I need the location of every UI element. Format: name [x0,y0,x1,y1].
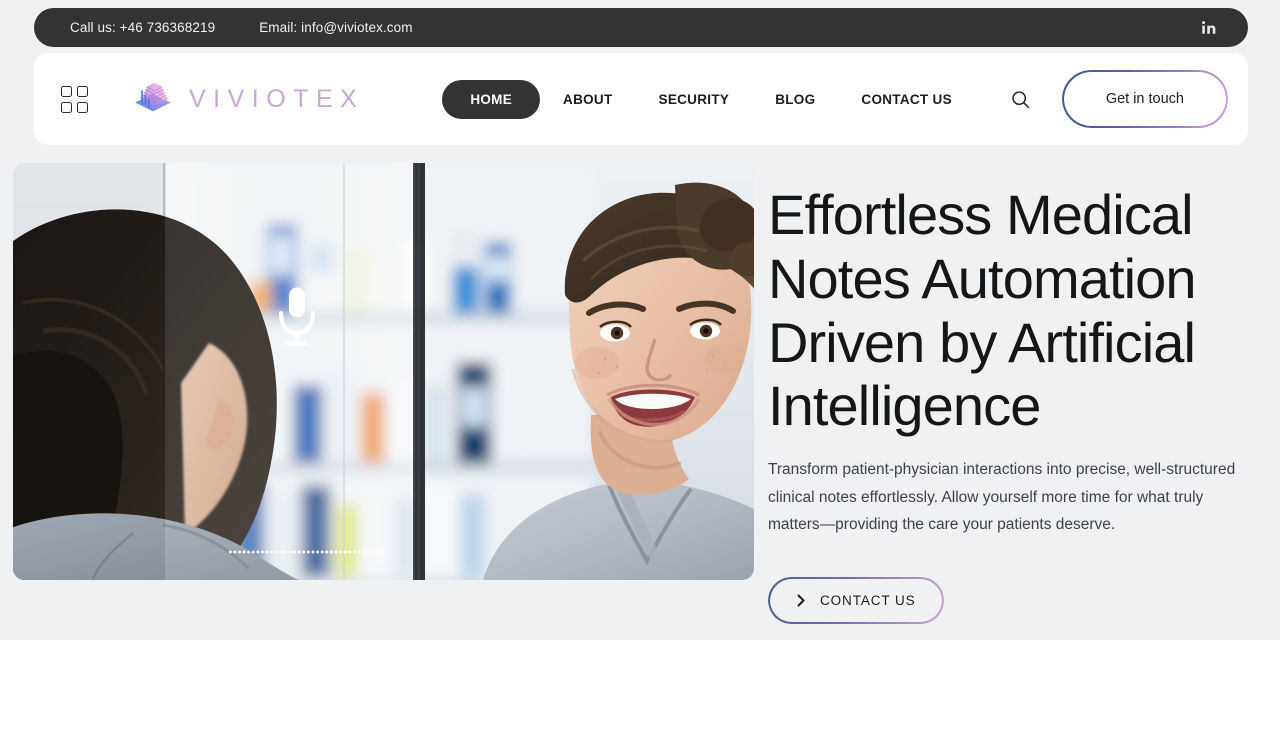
grid-cell [60,101,72,113]
brand-name: VIVIOTEX [189,84,365,113]
grid-menu-icon[interactable] [60,85,88,113]
hero-contact-us-button[interactable]: CONTACT US [768,577,944,625]
nav-item-security[interactable]: SECURITY [636,81,753,118]
linkedin-icon[interactable] [1198,18,1218,38]
site-header: VIVIOTEX HOME ABOUT SECURITY BLOG CONTAC… [34,53,1248,145]
grid-cell [76,85,88,97]
search-icon[interactable] [1006,84,1036,114]
hero-title: Effortless Medical Notes Automation Driv… [768,183,1197,438]
hero-photo [13,163,754,580]
nav-item-blog[interactable]: BLOG [752,81,838,118]
get-in-touch-button[interactable]: Get in touch [1061,70,1228,128]
hero-image: VIVIOTEX A SMARTER TOMORROW [13,163,754,580]
nav-item-contact-us[interactable]: CONTACT US [838,81,975,118]
grid-cell [76,101,88,113]
nav-item-home[interactable]: HOME [442,79,541,119]
top-contact-items: Call us: +46 736368219 Email: info@vivio… [70,20,413,35]
email-label[interactable]: Email: info@viviotex.com [259,20,412,35]
hero-section: VIVIOTEX A SMARTER TOMORROW Effortless M… [13,163,1267,625]
hero-copy: Effortless Medical Notes Automation Driv… [768,163,1267,625]
nav-item-about[interactable]: ABOUT [540,81,636,118]
chevron-right-icon [796,594,806,607]
top-contact-bar: Call us: +46 736368219 Email: info@vivio… [34,8,1248,47]
brand-logo[interactable]: VIVIOTEX [131,77,364,121]
main-navigation: HOME ABOUT SECURITY BLOG CONTACT US [442,79,975,119]
page-root: Call us: +46 736368219 Email: info@vivio… [0,0,1280,748]
viviotex-logo-icon [135,83,171,112]
phone-label[interactable]: Call us: +46 736368219 [70,20,215,35]
get-in-touch-label: Get in touch [1105,91,1184,107]
hero-subtitle: Transform patient-physician interactions… [768,461,1236,534]
hero-contact-us-label: CONTACT US [820,593,916,609]
grid-cell [60,85,72,97]
header-actions: Get in touch [1006,70,1228,128]
